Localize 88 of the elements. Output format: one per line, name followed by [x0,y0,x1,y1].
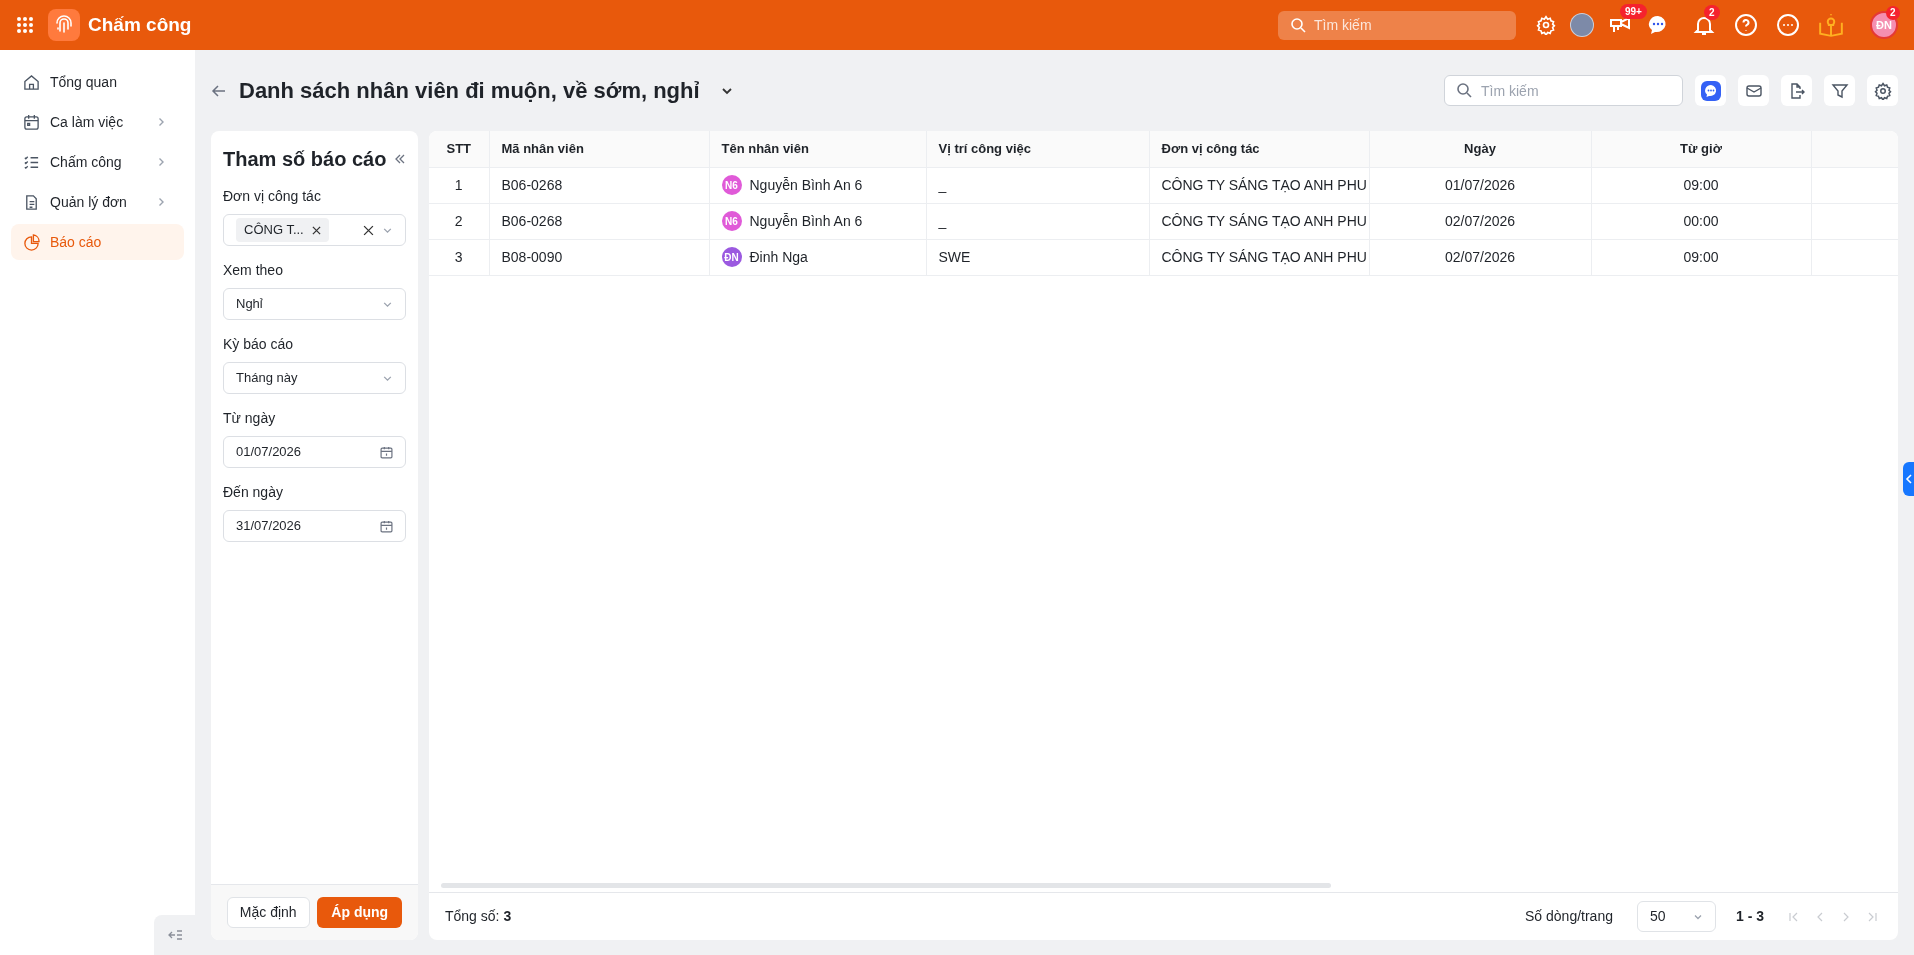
table-cell: CÔNG TY SÁNG TẠO ANH PHU [1161,176,1367,193]
table-cell: 00:00 [1683,212,1719,229]
table-cell: CÔNG TY SÁNG TẠO ANH PHU [1161,212,1367,229]
notification-badge: 99+ [1620,4,1647,19]
page-title: Danh sách nhân viên đi muộn, về sớm, nghỉ [239,77,700,105]
column-header: STT [446,141,472,156]
total-count: Tổng số: 3 [445,907,512,926]
sidebar-item[interactable]: Chấm công [11,144,184,180]
select-field[interactable]: Tháng này [223,362,406,394]
document-icon [23,193,40,211]
table-cell: B06-0268 [501,212,563,229]
chat-button[interactable] [1695,75,1726,106]
field-label: Từ ngày [223,409,277,428]
panel-title: Tham số báo cáo [223,147,387,172]
column-header: Từ giờ [1680,141,1722,156]
multi-select-field[interactable]: CÔNG T... [223,214,406,246]
back-arrow-icon[interactable] [211,82,227,99]
table-cell: 3 [454,248,463,265]
column-header: Đơn vị công tác [1161,141,1260,156]
table-cell: 01/07/2026 [1444,176,1516,193]
avatar-initials: ĐN [721,247,742,267]
search-icon [1456,82,1472,98]
select-field[interactable]: Nghỉ [223,288,406,320]
app-title: Chấm công [88,12,192,37]
sidebar-item[interactable]: Quản lý đơn [11,184,184,220]
help-icon[interactable] [1734,13,1758,37]
sidebar-item[interactable]: Ca làm việc [11,104,184,140]
collapse-sidebar-button[interactable] [154,915,195,955]
table-cell-text: Đinh Nga [749,247,808,267]
avatar-initials: N6 [721,211,742,231]
table-cell: 09:00 [1683,248,1719,265]
date-field[interactable]: 01/07/2026 [223,436,406,468]
avatar-initials: N6 [721,175,742,195]
field-label: Xem theo [223,261,284,280]
default-button[interactable]: Mặc định [226,897,310,928]
column-header: Vị trí công việc [938,141,1031,156]
table-cell: CÔNG TY SÁNG TẠO ANH PHU [1161,248,1367,265]
field-label: Đơn vị công tác [223,187,322,206]
filter-icon [1830,81,1849,100]
calendar-icon [380,519,393,533]
settings-icon [1873,81,1892,100]
table-cell: B08-0090 [501,248,563,265]
filter-button[interactable] [1824,75,1855,106]
calendar-icon [380,445,393,459]
rows-per-page-label: Số dòng/trang [1525,907,1613,926]
app-grid-icon[interactable] [16,16,34,34]
apply-button[interactable]: Áp dụng [317,897,403,928]
export-button[interactable] [1781,75,1812,106]
remove-tag-icon[interactable] [311,225,321,235]
sidebar-item[interactable]: Tổng quan [11,64,184,100]
column-header: Mã nhân viên [501,141,584,156]
notification-badge: 2 [1704,5,1720,20]
side-drawer-tab[interactable] [1903,462,1914,496]
table-cell: SWE [938,248,971,265]
notification-badge: 2 [1886,6,1900,20]
table-cell-text: Nguyễn Bình An 6 [749,211,863,231]
calendar-icon [23,113,40,131]
chevron-left-icon [1904,474,1913,484]
clear-icon[interactable] [363,224,374,236]
table-cell-text: Nguyễn Bình An 6 [749,175,863,195]
table-cell: 1 [454,176,463,193]
column-header: Ngày [1464,141,1496,156]
table-cell: 2 [454,212,463,229]
date-field[interactable]: 31/07/2026 [223,510,406,542]
more-icon[interactable] [1776,13,1800,37]
collapse-icon [167,929,182,941]
table-cell: 09:00 [1683,176,1719,193]
fingerprint-logo-icon [48,9,80,41]
column-header: Tên nhân viên [721,141,809,156]
table-cell: 02/07/2026 [1444,248,1516,265]
chart-icon [23,233,40,251]
search-icon [1290,16,1306,33]
table-cell: B06-0268 [501,176,563,193]
table-cell: _ [938,212,947,229]
settings-icon[interactable] [1536,15,1556,35]
chat-bubble-icon [1700,80,1721,101]
collapse-panel-icon[interactable] [394,153,406,165]
selected-tag: CÔNG T... [236,218,329,242]
mail-button[interactable] [1738,75,1769,106]
table-cell: 02/07/2026 [1444,212,1516,229]
page-range: 1 - 3 [1736,907,1764,926]
field-label: Đến ngày [223,483,284,502]
table-cell: _ [938,176,947,193]
home-icon [23,73,40,91]
search-field[interactable]: Tìm kiếm [1444,75,1683,106]
field-label: Kỳ báo cáo [223,335,295,354]
rows-per-page-select[interactable]: 50 [1637,901,1716,932]
settings-button[interactable] [1867,75,1898,106]
